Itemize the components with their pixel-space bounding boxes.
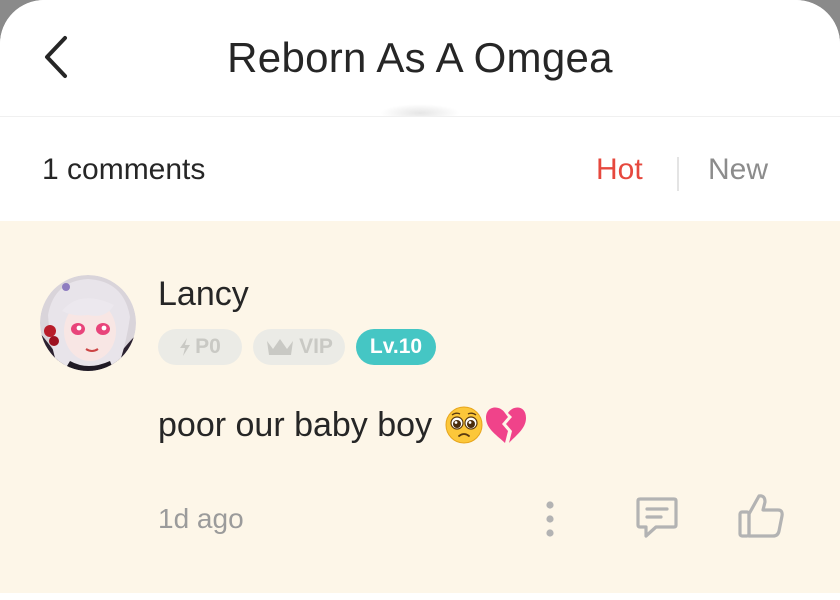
reply-button[interactable] bbox=[630, 491, 684, 545]
username[interactable]: Lancy bbox=[158, 275, 249, 314]
comment-emojis bbox=[444, 405, 528, 445]
bottom-strip bbox=[0, 593, 840, 600]
po-label: P0 bbox=[195, 335, 221, 358]
comment-item: Lancy P0 VIP Lv.10 poor our baby boy 1d … bbox=[0, 221, 840, 593]
header: Reborn As A Omgea bbox=[0, 0, 840, 122]
comment-text: poor our baby boy bbox=[158, 405, 528, 445]
crown-icon bbox=[267, 339, 294, 355]
avatar[interactable] bbox=[40, 275, 136, 371]
page-title: Reborn As A Omgea bbox=[227, 34, 613, 81]
sort-new-tab[interactable]: New bbox=[708, 153, 768, 187]
lightning-icon bbox=[180, 338, 191, 356]
vip-badge: VIP bbox=[253, 329, 345, 365]
timestamp: 1d ago bbox=[158, 503, 244, 534]
like-icon bbox=[738, 494, 784, 538]
sort-hot-tab[interactable]: Hot bbox=[596, 153, 643, 187]
level-badge: Lv.10 bbox=[356, 329, 436, 365]
pleading-face-icon bbox=[445, 406, 483, 444]
phone-screen: Reborn As A Omgea 1 comments Hot New Lan… bbox=[0, 0, 840, 600]
vip-label: VIP bbox=[299, 335, 333, 358]
more-icon bbox=[546, 501, 554, 537]
comment-count: 1 comments bbox=[42, 153, 206, 186]
sort-divider bbox=[677, 157, 679, 191]
more-button[interactable] bbox=[530, 495, 570, 543]
broken-heart-icon bbox=[486, 407, 527, 443]
like-button[interactable] bbox=[734, 487, 790, 545]
po-badge: P0 bbox=[158, 329, 242, 365]
comment-body: poor our baby boy bbox=[158, 405, 433, 444]
avatar-image bbox=[40, 275, 136, 371]
reply-icon bbox=[636, 497, 678, 538]
comments-bar: 1 comments Hot New bbox=[0, 117, 840, 221]
